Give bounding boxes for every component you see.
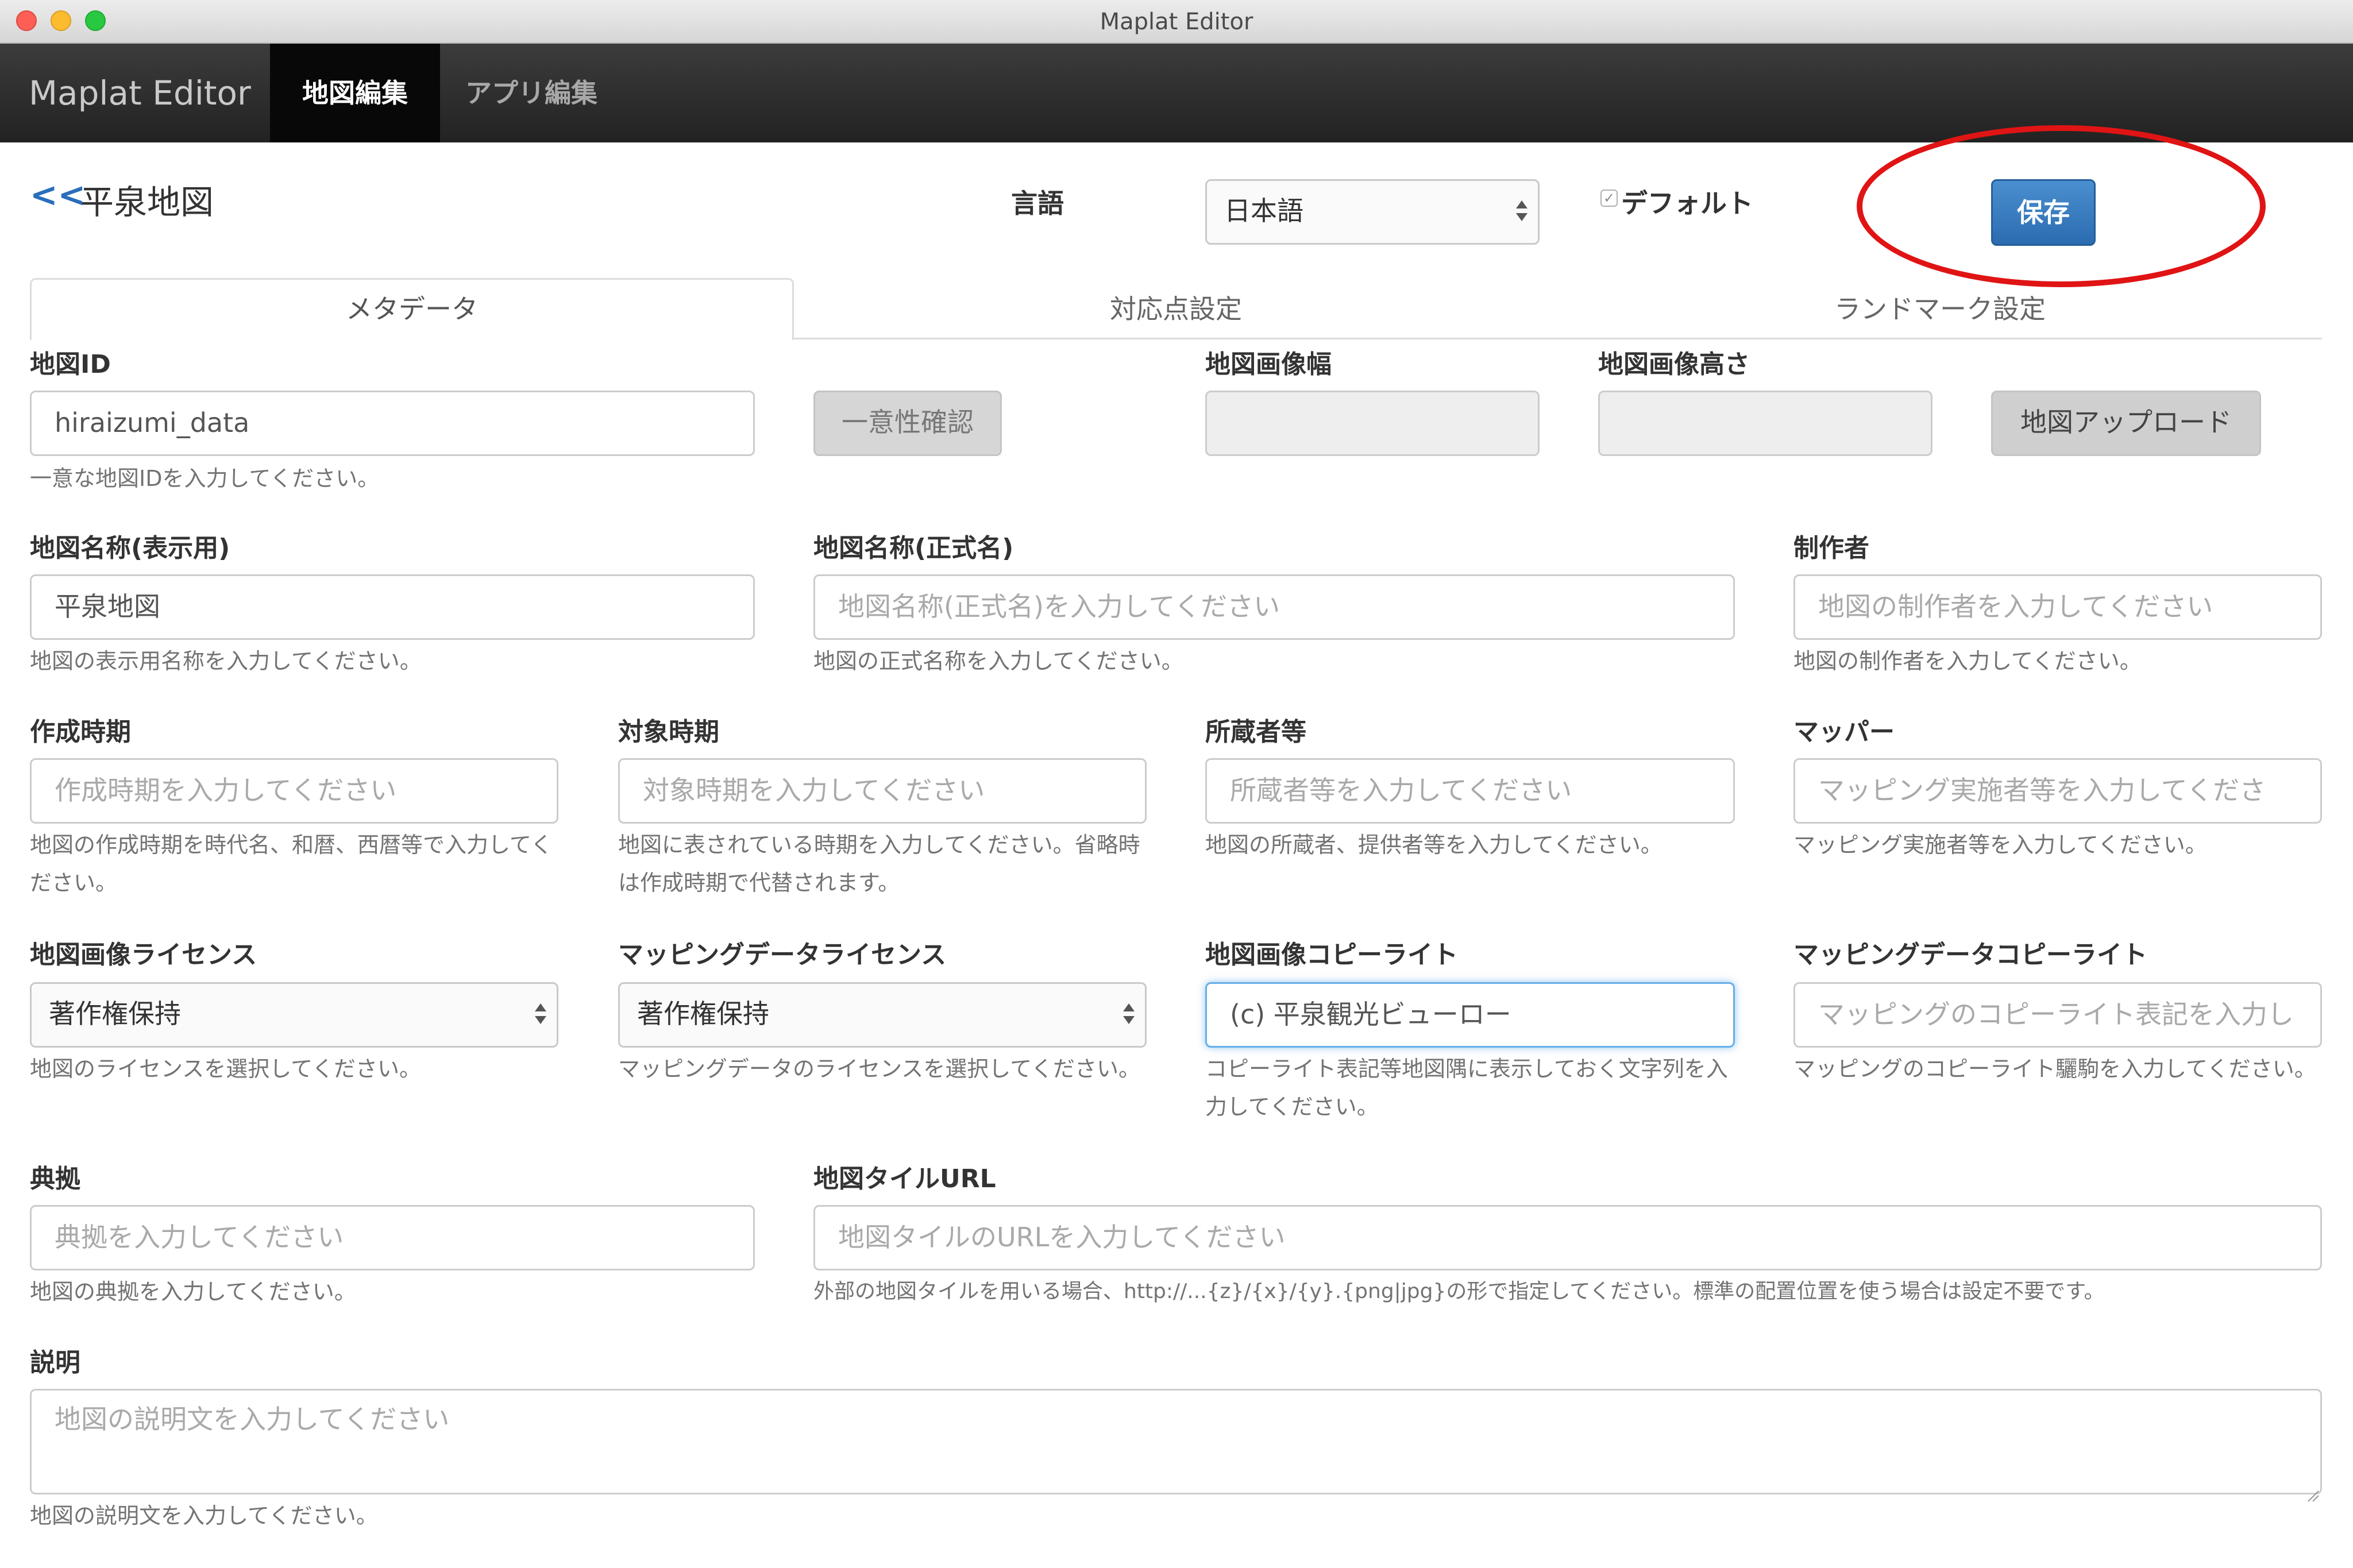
author-input[interactable]: 地図の制作者を入力してください <box>1793 574 2322 640</box>
map-upload-button[interactable]: 地図アップロード <box>1991 391 2261 456</box>
tab-landmarks[interactable]: ランドマーク設定 <box>1558 278 2322 340</box>
nav-tab-app-edit[interactable]: アプリ編集 <box>465 44 597 142</box>
image-width-label: 地図画像幅 <box>1205 350 1332 379</box>
default-label: デフォルト <box>1621 188 1753 219</box>
data-license-label: マッピングデータライセンス <box>618 940 947 970</box>
data-license-help: マッピングデータのライセンスを選択してください。 <box>618 1056 1140 1082</box>
tile-url-help: 外部の地図タイルを用いる場合、http://...{z}/{x}/{y}.{pn… <box>813 1280 2105 1303</box>
owner-input[interactable]: 所蔵者等を入力してください <box>1205 758 1735 824</box>
map-id-help: 一意な地図IDを入力してください。 <box>30 466 380 491</box>
display-name-input[interactable]: 平泉地図 <box>30 574 755 640</box>
image-license-value: 著作権保持 <box>49 998 181 1029</box>
page-title: 平泉地図 <box>80 183 214 222</box>
nav-tab-map-edit-label: 地図編集 <box>302 78 408 109</box>
era-label: 対象時期 <box>618 717 719 747</box>
data-copyright-help: マッピングのコピーライト驪駒を入力してください。 <box>1793 1056 2316 1082</box>
image-license-help: 地図のライセンスを選択してください。 <box>30 1056 421 1082</box>
author-label: 制作者 <box>1793 534 1869 563</box>
image-license-label: 地図画像ライセンス <box>30 940 257 970</box>
tab-metadata-label: メタデータ <box>346 293 478 325</box>
image-license-select[interactable]: 著作権保持 <box>30 982 558 1048</box>
select-arrows-icon <box>1516 200 1527 221</box>
official-name-input[interactable]: 地図名称(正式名)を入力してください <box>813 574 1735 640</box>
source-input[interactable]: 典拠を入力してください <box>30 1205 755 1270</box>
select-arrows-icon <box>535 1003 546 1024</box>
display-name-label: 地図名称(表示用) <box>30 534 230 563</box>
navbar-brand[interactable]: Maplat Editor <box>29 44 251 142</box>
era-input[interactable]: 対象時期を入力してください <box>618 758 1147 824</box>
description-label: 説明 <box>30 1348 80 1377</box>
owner-help: 地図の所蔵者、提供者等を入力してください。 <box>1205 832 1662 858</box>
author-help: 地図の制作者を入力してください。 <box>1793 648 2142 674</box>
official-name-help: 地図の正式名称を入力してください。 <box>813 648 1183 674</box>
mapper-input[interactable]: マッピング実施者等を入力してくださ <box>1793 758 2322 824</box>
owner-label: 所蔵者等 <box>1205 717 1306 747</box>
mapper-label: マッパー <box>1793 717 1895 747</box>
created-label: 作成時期 <box>30 717 131 747</box>
data-copyright-input[interactable]: マッピングのコピーライト表記を入力し <box>1793 982 2322 1048</box>
map-id-label: 地図ID <box>30 350 111 379</box>
created-help: 地図の作成時期を時代名、和暦、西暦等で入力してください。 <box>30 832 553 895</box>
image-height-label: 地図画像高さ <box>1598 350 1750 379</box>
display-name-help: 地図の表示用名称を入力してください。 <box>30 648 422 674</box>
map-id-input[interactable]: hiraizumi_data <box>30 391 755 456</box>
window-title: Maplat Editor <box>1100 9 1253 35</box>
created-input[interactable]: 作成時期を入力してください <box>30 758 558 824</box>
image-height-input <box>1598 391 1932 456</box>
language-select[interactable]: 日本語 <box>1205 179 1540 245</box>
data-license-select[interactable]: 著作権保持 <box>618 982 1147 1048</box>
resize-handle-icon[interactable] <box>2305 1488 2320 1503</box>
data-copyright-label: マッピングデータコピーライト <box>1793 940 2147 970</box>
mapper-help: マッピング実施者等を入力してください。 <box>1793 832 2207 858</box>
official-name-label: 地図名称(正式名) <box>813 534 1014 563</box>
image-copyright-label: 地図画像コピーライト <box>1205 940 1458 970</box>
tab-correspondence-points[interactable]: 対応点設定 <box>794 278 1558 340</box>
image-copyright-help: コピーライト表記等地図隅に表示しておく文字列を入力してください。 <box>1205 1056 1728 1119</box>
default-checkbox[interactable]: ✓ <box>1600 190 1618 207</box>
data-license-value: 著作権保持 <box>637 998 769 1029</box>
highlight-annotation <box>1857 125 2266 287</box>
tile-url-label: 地図タイルURL <box>813 1164 996 1194</box>
language-label: 言語 <box>1011 188 1064 219</box>
tile-url-input[interactable]: 地図タイルのURLを入力してください <box>813 1205 2322 1270</box>
source-label: 典拠 <box>30 1164 80 1194</box>
select-arrows-icon <box>1123 1003 1135 1024</box>
image-width-input <box>1205 391 1540 456</box>
description-textarea[interactable]: 地図の説明文を入力してください <box>30 1389 2322 1494</box>
back-link[interactable]: << <box>30 175 86 214</box>
check-unique-button[interactable]: 一意性確認 <box>813 391 1002 456</box>
language-select-value: 日本語 <box>1224 195 1303 226</box>
description-help: 地図の説明文を入力してください。 <box>30 1503 378 1528</box>
era-help: 地図に表されている時期を入力してください。省略時は作成時期で代替されます。 <box>618 832 1140 895</box>
source-help: 地図の典拠を入力してください。 <box>30 1279 356 1304</box>
image-copyright-input[interactable]: (c) 平泉観光ビューロー <box>1205 982 1735 1048</box>
